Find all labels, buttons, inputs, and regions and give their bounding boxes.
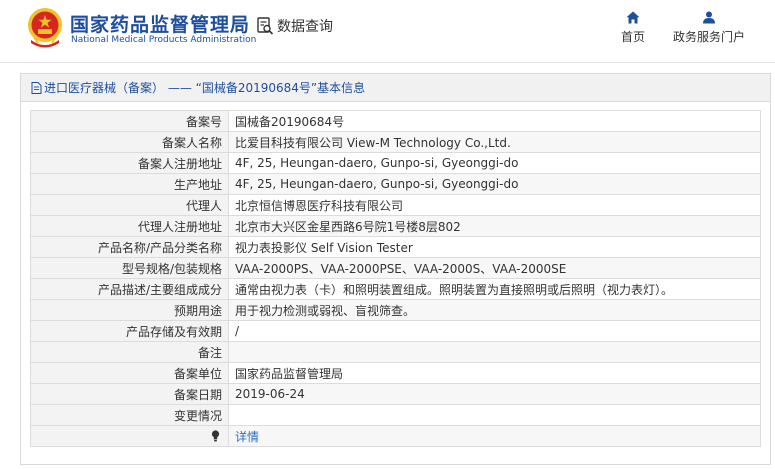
site-header: 国家药品监督管理局 National Medical Products Admi…	[0, 0, 775, 60]
field-value	[228, 404, 761, 426]
field-label: 产品描述/主要组成成分	[30, 278, 229, 300]
field-label: 产品存储及有效期	[30, 320, 229, 342]
nav-home-label: 首页	[620, 30, 645, 44]
table-row: 备案号 国械备20190684号	[30, 110, 761, 132]
field-value	[228, 341, 761, 363]
table-row: 备案人名称 比爱目科技有限公司 View-M Technology Co.,Ltd…	[30, 131, 761, 153]
field-value: /	[228, 320, 761, 342]
table-row: 产品存储及有效期 /	[30, 320, 761, 342]
table-row: 预期用途 用于视力检测或弱视、盲视筛查。	[30, 299, 761, 321]
field-label: 代理人注册地址	[30, 215, 229, 237]
table-row: 生产地址 4F, 25, Heungan-daero, Gunpo-si, Gye…	[30, 173, 761, 195]
field-value: 4F, 25, Heungan-daero, Gunpo-si, Gyeongg…	[228, 173, 761, 195]
record-table: 备案号 国械备20190684号 备案人名称 比爱目科技有限公司 View-M Te…	[30, 110, 761, 447]
field-value: 国械备20190684号	[228, 110, 761, 132]
nav-service-label: 政务服务门户	[672, 30, 745, 44]
field-label: 预期用途	[30, 299, 229, 321]
field-label: 备案号	[30, 110, 229, 132]
national-emblem-icon	[28, 8, 62, 48]
field-value: 北京市大兴区金星西路6号院1号楼8层802	[228, 215, 761, 237]
detail-link[interactable]: 详情	[235, 430, 259, 444]
table-row: 变更情况	[30, 404, 761, 426]
field-value: 视力表投影仪 Self Vision Tester	[228, 236, 761, 258]
field-label: 备案日期	[30, 383, 229, 405]
field-label: 备案人名称	[30, 131, 229, 153]
detail-value-cell: 详情	[228, 425, 761, 447]
table-row: 代理人注册地址 北京市大兴区金星西路6号院1号楼8层802	[30, 215, 761, 237]
record-panel: 进口医疗器械（备案） —— “国械备20190684号”基本信息 备案号 国械备2…	[20, 73, 771, 465]
agency-name-en: National Medical Products Administration	[71, 35, 257, 45]
data-query-label: 数据查询	[277, 19, 333, 35]
data-search-icon	[257, 17, 274, 35]
document-icon	[31, 81, 42, 94]
table-row: 代理人 北京恒信博恩医疗科技有限公司	[30, 194, 761, 216]
field-value: VAA-2000PS、VAA-2000PSE、VAA-2000S、VAA-200…	[228, 257, 761, 279]
table-row-detail: 详情	[30, 425, 761, 447]
nav-service-portal[interactable]: 政务服务门户	[668, 11, 750, 45]
data-query-link[interactable]: 数据查询	[256, 16, 333, 36]
table-row: 型号规格/包装规格 VAA-2000PS、VAA-2000PSE、VAA-2000…	[30, 257, 761, 279]
table-row: 备案日期 2019-06-24	[30, 383, 761, 405]
field-value: 4F, 25, Heungan-daero, Gunpo-si, Gyeongg…	[228, 152, 761, 174]
field-label: 生产地址	[30, 173, 229, 195]
field-value: 用于视力检测或弱视、盲视筛查。	[228, 299, 761, 321]
header-divider	[0, 62, 775, 63]
table-row: 备注	[30, 341, 761, 363]
nav-home[interactable]: 首页	[616, 11, 650, 45]
field-label: 产品名称/产品分类名称	[30, 236, 229, 258]
field-label: 备案人注册地址	[30, 152, 229, 174]
field-value: 通常由视力表（卡）和照明装置组成。照明装置为直接照明或后照明（视力表灯）。	[228, 278, 761, 300]
field-label: 备注	[30, 341, 229, 363]
field-label: 代理人	[30, 194, 229, 216]
table-row: 产品描述/主要组成成分 通常由视力表（卡）和照明装置组成。照明装置为直接照明或后照…	[30, 278, 761, 300]
lightbulb-icon	[211, 430, 220, 442]
field-label: 型号规格/包装规格	[30, 257, 229, 279]
field-value: 北京恒信博恩医疗科技有限公司	[228, 194, 761, 216]
field-value: 比爱目科技有限公司 View-M Technology Co.,Ltd.	[228, 131, 761, 153]
field-label: 备案单位	[30, 362, 229, 384]
user-icon	[703, 11, 715, 24]
table-row: 备案人注册地址 4F, 25, Heungan-daero, Gunpo-si, …	[30, 152, 761, 174]
detail-label-cell	[30, 425, 229, 447]
home-icon	[626, 11, 640, 24]
field-value: 国家药品监督管理局	[228, 362, 761, 384]
table-row: 备案单位 国家药品监督管理局	[30, 362, 761, 384]
panel-title: 进口医疗器械（备案） —— “国械备20190684号”基本信息	[21, 74, 770, 102]
field-label: 变更情况	[30, 404, 229, 426]
field-value: 2019-06-24	[228, 383, 761, 405]
table-row: 产品名称/产品分类名称 视力表投影仪 Self Vision Tester	[30, 236, 761, 258]
agency-name: 国家药品监督管理局	[70, 14, 251, 36]
panel-title-text: 进口医疗器械（备案） —— “国械备20190684号”基本信息	[44, 81, 366, 95]
